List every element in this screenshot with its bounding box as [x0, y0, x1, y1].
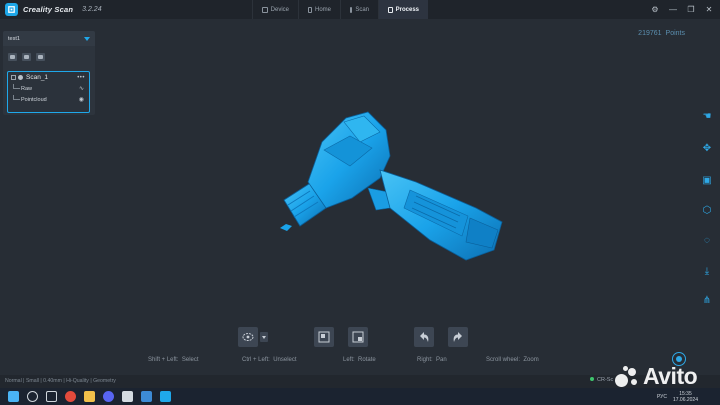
language-indicator[interactable]: РУС — [657, 394, 667, 400]
hint-unselect: Ctrl + Left: Unselect — [242, 357, 297, 363]
project-panel: test1 Scan_1 ••• Raw ∿ Pointcloud ◉ — [3, 31, 95, 115]
device-status: CR-Sc — [590, 377, 613, 383]
select-mode-icon — [242, 333, 254, 341]
tab-home[interactable]: Home — [298, 0, 340, 19]
mesh-icon[interactable]: ⬡ — [700, 204, 714, 218]
select-all-button[interactable] — [314, 327, 334, 347]
select-mode-dropdown[interactable] — [260, 332, 268, 342]
device-icon — [262, 6, 268, 13]
home-icon — [308, 6, 312, 13]
explorer-icon[interactable] — [84, 391, 95, 402]
project-selector[interactable]: test1 — [3, 31, 95, 46]
tree-item-raw[interactable]: Raw ∿ — [8, 83, 89, 94]
clock-date: 17.06.2024 — [672, 396, 698, 403]
invert-select-button[interactable] — [348, 327, 368, 347]
chrome-icon[interactable] — [65, 391, 76, 402]
hint-rotate: Left: Rotate — [343, 357, 376, 363]
minimize-icon[interactable]: — — [668, 5, 678, 14]
app-name: Creality Scan — [23, 5, 74, 14]
creality-icon[interactable] — [160, 391, 171, 402]
point-count-label: Points — [665, 30, 685, 37]
chevron-down-icon — [84, 36, 90, 41]
avito-wordmark: Avito — [643, 363, 698, 389]
scan-icon — [350, 6, 353, 13]
drill-model[interactable] — [280, 111, 503, 261]
tree-item-pointcloud[interactable]: Pointcloud ◉ — [8, 94, 89, 105]
process-icon — [388, 6, 393, 13]
export-icon[interactable]: ⤓ — [700, 265, 714, 279]
system-tray: РУС 15:35 17.06.2024 — [657, 388, 698, 405]
project-name: test1 — [8, 35, 20, 42]
undo-button[interactable] — [414, 327, 434, 347]
redo-icon — [453, 332, 462, 342]
invert-select-icon — [352, 331, 364, 343]
windows-icon[interactable] — [8, 391, 19, 402]
close-icon[interactable]: ✕ — [704, 5, 714, 14]
crop-icon[interactable]: ▣ — [700, 174, 714, 188]
app-icon[interactable] — [122, 391, 133, 402]
hand-touch-icon[interactable]: ☚ — [700, 110, 714, 124]
delete-icon[interactable] — [36, 53, 45, 61]
scan-item[interactable]: Scan_1 ••• Raw ∿ Pointcloud ◉ — [7, 71, 90, 113]
window-controls: ⚙ — ❐ ✕ — [650, 0, 714, 19]
hint-pan: Right: Pan — [417, 357, 447, 363]
clock[interactable]: 15:35 17.06.2024 — [673, 391, 698, 403]
eye-icon[interactable]: ◉ — [79, 96, 84, 103]
title-bar: Creality Scan 3.2.24 Device Home Scan Pr… — [0, 0, 720, 19]
avito-watermark: Avito — [615, 363, 698, 390]
more-options-button[interactable]: ••• — [77, 75, 85, 81]
new-group-icon[interactable] — [8, 53, 17, 61]
tree-item-label: Pointcloud — [21, 96, 47, 103]
avito-logo-icon — [615, 365, 639, 388]
tab-scan[interactable]: Scan — [340, 0, 378, 19]
move-icon[interactable]: ✥ — [700, 142, 714, 156]
app-version: 3.2.24 — [82, 6, 102, 13]
scan-item-header: Scan_1 ••• — [8, 72, 89, 83]
discord-icon[interactable] — [103, 391, 114, 402]
maximize-icon[interactable]: ❐ — [686, 5, 696, 14]
tree-item-label: Raw — [21, 85, 33, 92]
main-tabs: Device Home Scan Process — [252, 0, 428, 19]
select-mode-button[interactable] — [238, 327, 258, 347]
redo-button[interactable] — [448, 327, 468, 347]
share-icon[interactable]: ⋔ — [700, 294, 714, 308]
tab-process[interactable]: Process — [378, 0, 428, 19]
hint-zoom: Scroll wheel: Zoom — [486, 357, 539, 363]
folder-icon[interactable] — [22, 53, 31, 61]
visibility-dot-icon[interactable] — [18, 75, 23, 80]
3d-viewport[interactable] — [240, 90, 540, 280]
hint-select: Shift + Left: Select — [148, 357, 199, 363]
panel-toolbar — [3, 46, 95, 61]
search-icon[interactable] — [27, 391, 38, 402]
mouse-hints: Shift + Left: Select Ctrl + Left: Unsele… — [0, 357, 720, 367]
creality-logo-icon — [5, 3, 18, 16]
undo-icon — [420, 332, 429, 342]
texture-icon[interactable]: ◌ — [700, 234, 714, 248]
scan-name: Scan_1 — [26, 74, 49, 81]
waveform-icon[interactable]: ∿ — [79, 85, 84, 92]
tab-device[interactable]: Device — [252, 0, 298, 19]
collapse-toggle[interactable] — [11, 75, 16, 80]
point-count-value: 219761 — [638, 30, 662, 37]
select-all-icon — [318, 331, 330, 343]
task-view-icon[interactable] — [46, 391, 57, 402]
settings-icon[interactable]: ⚙ — [650, 5, 660, 14]
photos-icon[interactable] — [141, 391, 152, 402]
point-count: 219761 Points — [638, 30, 685, 37]
windows-taskbar — [0, 388, 720, 405]
